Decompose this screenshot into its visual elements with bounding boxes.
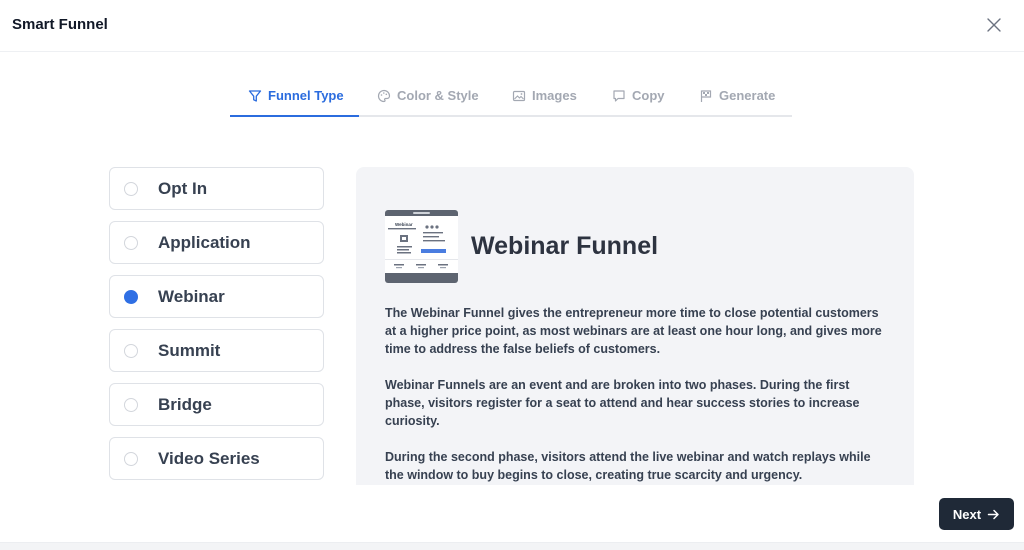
modal-header: Smart Funnel: [0, 0, 1024, 52]
modal-title: Smart Funnel: [12, 16, 108, 33]
panel-title: Webinar Funnel: [471, 232, 659, 260]
funnel-thumbnail: Webinar: [385, 210, 458, 288]
chat-icon: [613, 89, 625, 102]
tab-images[interactable]: Images: [512, 76, 577, 115]
option-bridge[interactable]: Bridge: [109, 383, 324, 426]
radio-button[interactable]: [124, 451, 138, 466]
tab-funnel-type[interactable]: Funnel Type: [248, 76, 344, 115]
radio-button-checked[interactable]: [124, 289, 138, 304]
description-paragraph: During the second phase, visitors attend…: [385, 450, 871, 482]
arrow-right-icon: [987, 509, 999, 519]
next-button[interactable]: Next: [939, 498, 1014, 530]
description-paragraph: Webinar Funnels are an event and are bro…: [385, 378, 860, 428]
option-video-series[interactable]: Video Series: [109, 437, 324, 480]
image-icon: [512, 90, 526, 101]
tab-label: Funnel Type: [268, 88, 344, 103]
palette-icon: [377, 89, 391, 102]
description-paragraph: The Webinar Funnel gives the entrepreneu…: [385, 306, 882, 356]
option-application[interactable]: Application: [109, 221, 324, 264]
radio-button[interactable]: [124, 235, 138, 250]
tab-label: Images: [532, 88, 577, 103]
footer-divider: [0, 542, 1024, 550]
option-label: Application: [158, 232, 251, 252]
funnel-icon: [248, 89, 262, 102]
next-button-label: Next: [952, 506, 982, 522]
option-summit[interactable]: Summit: [109, 329, 324, 372]
radio-button[interactable]: [124, 343, 138, 358]
funnel-description-panel: Webinar Webinar Funnel The Webinar Funne…: [356, 167, 914, 485]
option-label: Webinar: [158, 286, 225, 306]
tab-label: Color & Style: [397, 88, 479, 103]
radio-button[interactable]: [124, 397, 138, 412]
funnel-type-options: Opt In Application Webinar Summit Bridge…: [109, 167, 324, 491]
tab-generate[interactable]: Generate: [699, 76, 775, 115]
flag-icon: [700, 89, 712, 102]
close-icon: [987, 18, 1001, 32]
tab-copy[interactable]: Copy: [612, 76, 665, 115]
option-label: Summit: [158, 340, 221, 360]
tab-color-style[interactable]: Color & Style: [377, 76, 479, 115]
option-label: Video Series: [158, 448, 260, 468]
tab-label: Copy: [632, 88, 665, 103]
active-tab-indicator: [230, 115, 359, 117]
radio-button[interactable]: [124, 181, 138, 196]
thumbnail-label: Webinar: [395, 222, 413, 227]
close-button[interactable]: [984, 15, 1004, 35]
step-tabs: Funnel Type Color & Style Images Copy Ge…: [230, 76, 792, 117]
tab-label: Generate: [719, 88, 776, 103]
option-label: Bridge: [158, 394, 212, 414]
option-webinar[interactable]: Webinar: [109, 275, 324, 318]
option-opt-in[interactable]: Opt In: [109, 167, 324, 210]
option-label: Opt In: [158, 178, 208, 198]
panel-description: The Webinar Funnel gives the entrepreneu…: [385, 304, 890, 485]
